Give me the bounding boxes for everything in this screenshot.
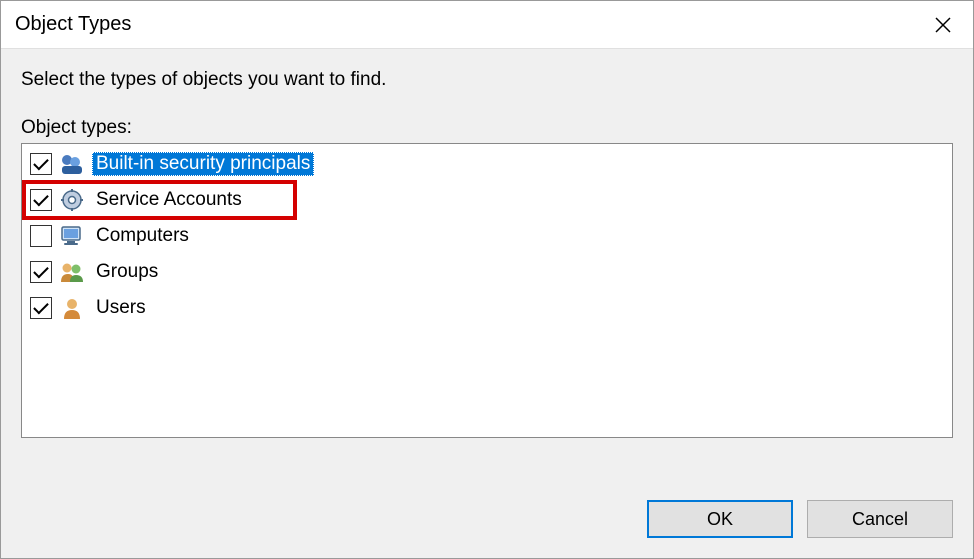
object-types-list[interactable]: Built-in security principals Service Acco… (21, 143, 953, 438)
item-label[interactable]: Built-in security principals (92, 152, 314, 176)
cancel-button[interactable]: Cancel (807, 500, 953, 538)
list-item[interactable]: Built-in security principals (24, 146, 950, 182)
computer-icon (57, 222, 87, 250)
close-icon (935, 17, 951, 33)
instruction-text: Select the types of objects you want to … (21, 69, 953, 91)
button-bar: OK Cancel (1, 480, 973, 558)
list-item[interactable]: Service Accounts (24, 182, 950, 218)
list-label: Object types: (21, 117, 953, 139)
object-types-dialog: Object Types Select the types of objects… (0, 0, 974, 559)
item-label[interactable]: Users (92, 296, 150, 320)
close-button[interactable] (927, 9, 959, 41)
item-label[interactable]: Service Accounts (92, 188, 246, 212)
list-item[interactable]: Computers (24, 218, 950, 254)
group-icon (57, 258, 87, 286)
item-label[interactable]: Groups (92, 260, 162, 284)
checkbox[interactable] (30, 261, 52, 283)
checkbox[interactable] (30, 153, 52, 175)
checkbox[interactable] (30, 225, 52, 247)
titlebar: Object Types (1, 1, 973, 49)
list-item[interactable]: Users (24, 290, 950, 326)
item-label[interactable]: Computers (92, 224, 193, 248)
principals-icon (57, 150, 87, 178)
checkbox[interactable] (30, 189, 52, 211)
checkbox[interactable] (30, 297, 52, 319)
service-icon (57, 186, 87, 214)
dialog-content: Select the types of objects you want to … (1, 49, 973, 480)
ok-button[interactable]: OK (647, 500, 793, 538)
user-icon (57, 294, 87, 322)
dialog-title: Object Types (15, 13, 131, 36)
list-item[interactable]: Groups (24, 254, 950, 290)
